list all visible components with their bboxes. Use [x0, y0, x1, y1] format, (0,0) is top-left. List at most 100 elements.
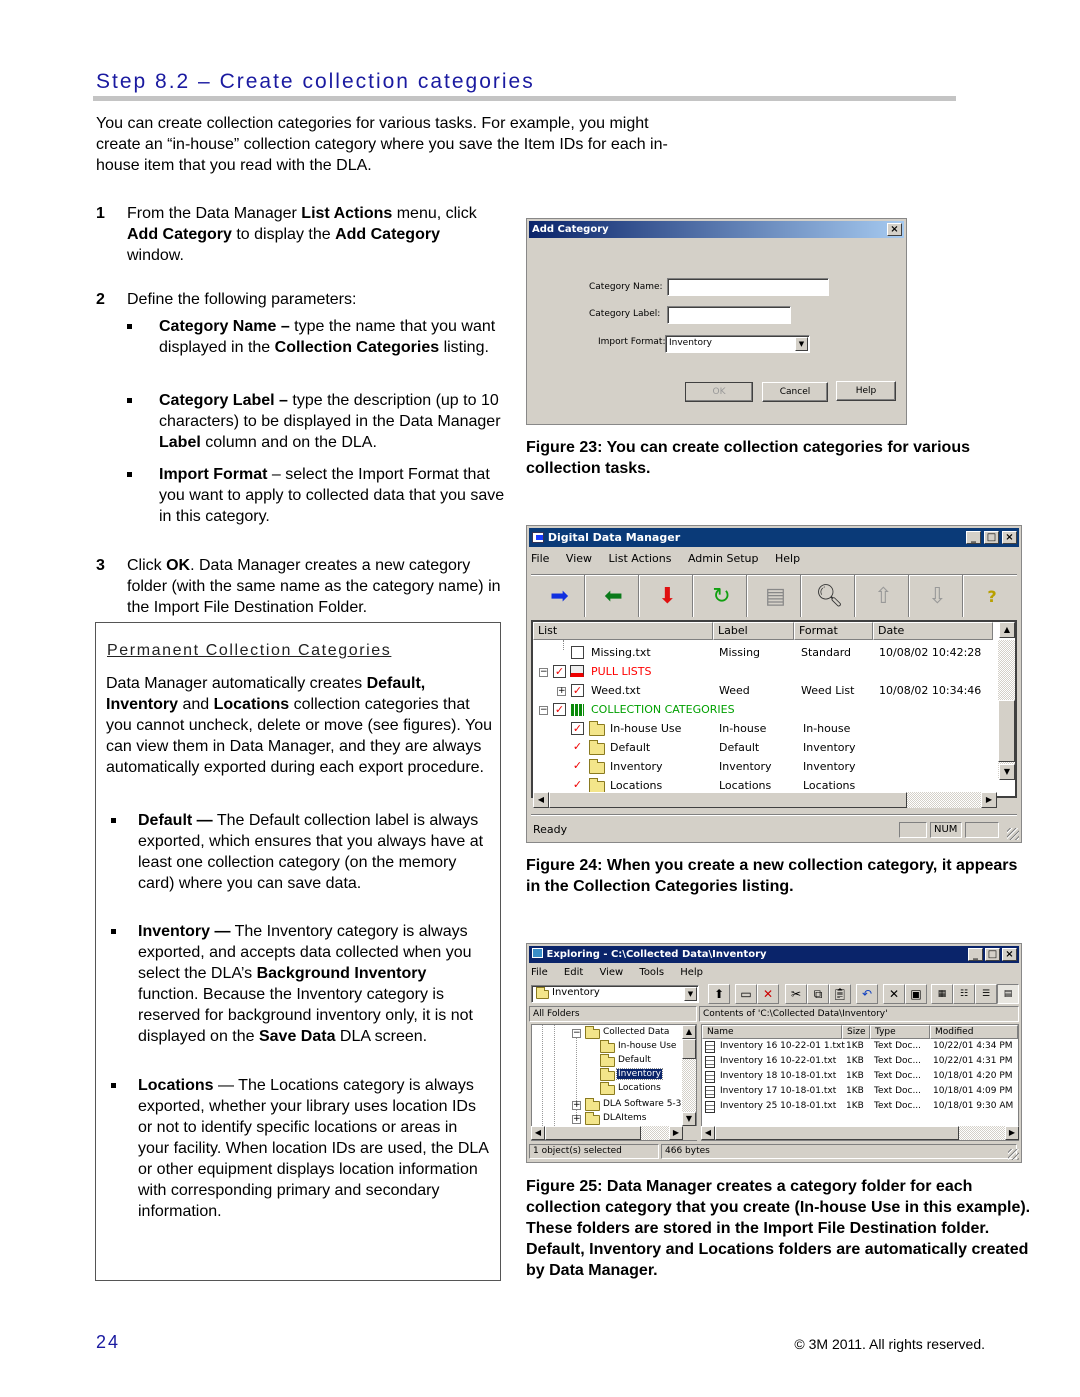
category-name-input[interactable] — [667, 278, 829, 296]
resize-grip-icon[interactable] — [1008, 1149, 1019, 1160]
scroll-up-arrow[interactable]: ▲ — [999, 622, 1015, 638]
menu-view[interactable]: View — [599, 967, 623, 978]
expand-toggle[interactable]: + — [572, 1101, 581, 1110]
delete-button[interactable]: ✕ — [883, 984, 905, 1004]
box-title: Permanent Collection Categories — [107, 642, 392, 659]
scroll-right-arrow[interactable]: ▶ — [669, 1126, 683, 1140]
ok-button[interactable]: OK — [685, 382, 753, 402]
checkmark-icon: ✓ — [572, 759, 583, 772]
col-header-format[interactable]: Format — [794, 622, 873, 640]
copy-button[interactable]: ⧉ — [807, 984, 829, 1004]
collapse-toggle[interactable]: − — [539, 668, 548, 677]
scroll-down-arrow[interactable]: ▼ — [682, 1112, 696, 1126]
figure-25-caption: Figure 25: Data Manager creates a catego… — [526, 1178, 1031, 1279]
menu-file[interactable]: File — [531, 552, 549, 565]
small-icons-button[interactable]: ☷ — [953, 984, 975, 1004]
menu-help[interactable]: Help — [775, 552, 800, 565]
maximize-button[interactable]: □ — [984, 531, 999, 544]
scroll-thumb[interactable] — [998, 700, 1015, 762]
close-button[interactable]: × — [887, 223, 902, 236]
h-scroll-thumb[interactable] — [545, 1126, 641, 1140]
chevron-down-icon[interactable]: ▼ — [684, 987, 697, 1001]
checkbox[interactable]: ✓ — [571, 684, 584, 697]
notes-button[interactable]: ▤ — [751, 575, 801, 617]
bullet-icon — [127, 398, 132, 403]
tree-label: Inventory — [616, 1068, 663, 1080]
checkbox[interactable]: ✓ — [553, 665, 566, 678]
col-header-size[interactable]: Size — [842, 1025, 870, 1039]
category-label-input[interactable] — [667, 306, 791, 324]
import-button[interactable]: ⬅ — [589, 575, 639, 617]
import-format-label: Import Format: — [598, 337, 666, 347]
scroll-thumb[interactable] — [682, 1039, 696, 1059]
refresh-button[interactable]: ↻ — [697, 575, 747, 617]
checkbox[interactable] — [571, 646, 584, 659]
help-tool-button[interactable]: ? — [967, 575, 1017, 617]
up-folder-button[interactable]: ⬆ — [708, 984, 730, 1004]
question-icon: ? — [987, 586, 997, 606]
col-header-modified[interactable]: Modified — [930, 1025, 1018, 1039]
scroll-left-arrow[interactable]: ◀ — [531, 1126, 545, 1140]
h-scroll-thumb[interactable] — [549, 792, 907, 808]
help-button[interactable]: Help — [836, 381, 896, 401]
col-header-date[interactable]: Date — [873, 622, 993, 640]
import-format-select[interactable]: Inventory ▼ — [665, 335, 810, 353]
scroll-right-arrow[interactable]: ▶ — [1005, 1126, 1019, 1140]
dialog-title: Add Category — [532, 224, 609, 235]
map-drive-button[interactable]: ▭ — [735, 984, 757, 1004]
collapse-toggle[interactable]: − — [572, 1029, 581, 1038]
col-header-list[interactable]: List — [533, 622, 713, 640]
minimize-button[interactable]: _ — [968, 948, 983, 961]
menu-list-actions[interactable]: List Actions — [609, 552, 672, 565]
move-down-button[interactable]: ⇩ — [913, 575, 963, 617]
properties-button[interactable]: ▣ — [905, 984, 927, 1004]
scroll-left-arrow[interactable]: ◀ — [701, 1126, 715, 1140]
menu-file[interactable]: File — [531, 967, 548, 978]
large-icons-button[interactable]: ▦ — [931, 984, 953, 1004]
minimize-button[interactable]: _ — [966, 531, 981, 544]
col-header-type[interactable]: Type — [870, 1025, 930, 1039]
export-button[interactable]: ➡ — [535, 575, 585, 617]
paste-icon: 📋︎ — [832, 987, 848, 1001]
paste-button[interactable]: 📋︎ — [829, 984, 851, 1004]
checkmark-icon: ✓ — [572, 740, 583, 753]
row-format: Standard — [801, 646, 852, 659]
menu-tools[interactable]: Tools — [639, 967, 664, 978]
undo-button[interactable]: ↶ — [856, 984, 878, 1004]
checkbox[interactable]: ✓ — [571, 722, 584, 735]
scroll-left-arrow[interactable]: ◀ — [533, 792, 549, 808]
scroll-up-arrow[interactable]: ▲ — [682, 1025, 696, 1039]
pull-list-icon — [570, 665, 584, 677]
col-header-label[interactable]: Label — [713, 622, 794, 640]
menu-edit[interactable]: Edit — [564, 967, 583, 978]
scroll-right-arrow[interactable]: ▶ — [981, 792, 997, 808]
files-horizontal-scrollbar[interactable]: ◀ ▶ — [701, 1126, 1019, 1140]
scroll-down-arrow[interactable]: ▼ — [999, 764, 1015, 780]
menu-admin-setup[interactable]: Admin Setup — [688, 552, 759, 565]
close-button[interactable]: × — [1002, 531, 1017, 544]
horizontal-scrollbar[interactable]: ◀ ▶ — [533, 792, 997, 809]
address-combo[interactable]: Inventory ▼ — [531, 985, 699, 1003]
chevron-down-icon[interactable]: ▼ — [795, 337, 808, 351]
tree-horizontal-scrollbar[interactable]: ◀ ▶ — [531, 1126, 697, 1140]
checkbox[interactable]: ✓ — [553, 703, 566, 716]
close-button[interactable]: × — [1002, 948, 1017, 961]
download-button[interactable]: ⬇ — [643, 575, 693, 617]
expand-toggle[interactable]: + — [557, 687, 566, 696]
list-view-button[interactable]: ☰ — [975, 984, 997, 1004]
cut-button[interactable]: ✂ — [785, 984, 807, 1004]
expand-toggle[interactable]: + — [572, 1115, 581, 1124]
h-scroll-thumb[interactable] — [715, 1126, 959, 1140]
menu-view[interactable]: View — [566, 552, 592, 565]
disconnect-drive-button[interactable]: ✕ — [757, 984, 779, 1004]
find-button[interactable]: 🔍︎ — [805, 575, 855, 617]
file-name: Inventory 25 10-18-01.txt — [720, 1101, 837, 1111]
maximize-button[interactable]: □ — [985, 948, 1000, 961]
menu-help[interactable]: Help — [680, 967, 703, 978]
cancel-button[interactable]: Cancel — [762, 382, 828, 402]
details-view-button[interactable]: ▤ — [997, 984, 1019, 1004]
col-header-name[interactable]: Name — [702, 1025, 842, 1039]
move-up-button[interactable]: ⇧ — [859, 575, 909, 617]
collapse-toggle[interactable]: − — [539, 706, 548, 715]
resize-grip-icon[interactable] — [1007, 828, 1019, 840]
